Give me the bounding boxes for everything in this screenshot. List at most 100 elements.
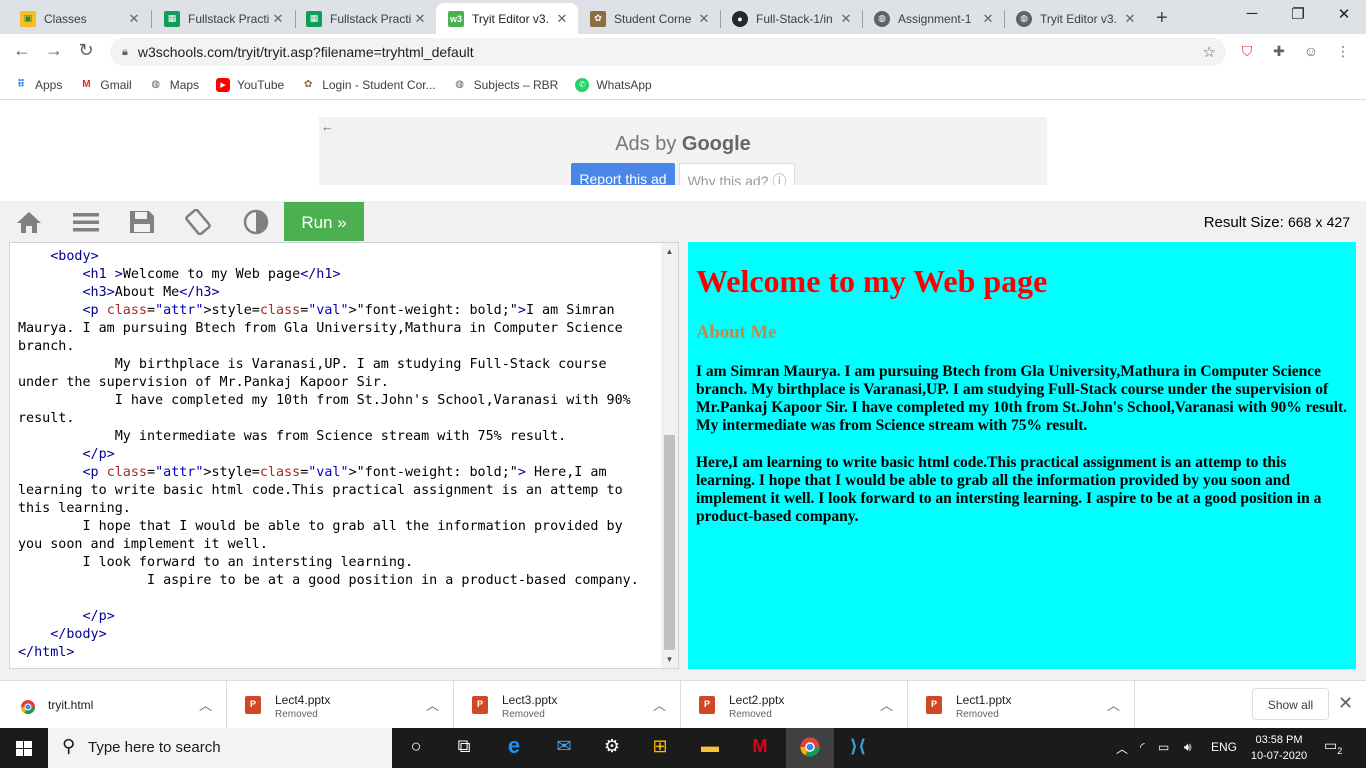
task-view-icon[interactable]: ⧉ <box>440 728 488 768</box>
address-bar[interactable]: 🔒︎ w3schools.com/tryit/tryit.asp?filenam… <box>110 38 1226 66</box>
scroll-up-icon[interactable]: ▲ <box>661 247 678 256</box>
settings-gear-icon[interactable]: ⚙ <box>588 728 636 768</box>
tab-assignment-1[interactable]: ◍ Assignment-1 ✕ <box>862 3 1004 34</box>
reload-icon[interactable]: ↻ <box>74 40 98 61</box>
editor-scrollbar[interactable]: ▲ ▼ <box>661 243 678 668</box>
chevron-up-icon[interactable]: ︿ <box>880 695 893 714</box>
taskbar-search[interactable]: ⚲ Type here to search <box>48 728 392 768</box>
code-line[interactable]: I hope that I would be able to grab all … <box>18 518 648 554</box>
code-line[interactable]: <body> <box>18 248 648 266</box>
code-line[interactable]: I have completed my 10th from St.John's … <box>18 392 648 428</box>
bookmark-subjects[interactable]: ◍ Subjects – RBR <box>453 78 558 92</box>
tab-classes[interactable]: ▣ Classes ✕ <box>8 3 150 34</box>
scroll-down-icon[interactable]: ▼ <box>661 655 678 664</box>
back-arrow-icon[interactable]: ← <box>321 119 334 134</box>
store-icon[interactable]: ⊞ <box>636 728 684 768</box>
download-item[interactable]: P Lect1.pptx Removed ︿ <box>908 681 1135 729</box>
close-icon[interactable]: ✕ <box>270 11 286 27</box>
tab-fullstack-practical-1[interactable]: ▦ Fullstack Practi ✕ <box>152 3 294 34</box>
bookmark-star-icon[interactable]: ☆ <box>1203 43 1216 61</box>
tab-tryit-editor-2[interactable]: ◍ Tryit Editor v3. ✕ <box>1004 3 1146 34</box>
chevron-up-icon[interactable]: ︿ <box>426 695 439 714</box>
report-ad-button[interactable]: Report this ad <box>571 163 675 185</box>
code-line[interactable]: <h1 >Welcome to my Web page</h1> <box>18 266 648 284</box>
menu-kebab-icon[interactable]: ⋮ <box>1334 43 1352 61</box>
why-this-ad-button[interactable]: Why this ad? ⓘ <box>679 163 795 185</box>
minimize-icon[interactable]: ─ <box>1232 5 1272 22</box>
window-close-icon[interactable]: ✕ <box>1324 5 1364 23</box>
code-line[interactable]: </p> <box>18 608 648 626</box>
bookmark-label: WhatsApp <box>596 77 652 92</box>
clock[interactable]: 03:58 PM 10-07-2020 <box>1246 732 1312 764</box>
code-line[interactable]: <h3>About Me</h3> <box>18 284 648 302</box>
code-editor[interactable]: <body> <h1 >Welcome to my Web page</h1> … <box>9 242 679 669</box>
forward-icon[interactable]: → <box>42 40 66 61</box>
file-explorer-icon[interactable]: ▬ <box>686 728 734 768</box>
download-item[interactable]: tryit.html ︿ <box>0 681 227 729</box>
code-line[interactable]: </p> <box>18 446 648 464</box>
close-icon[interactable]: ✕ <box>980 11 996 27</box>
chevron-up-icon[interactable]: ︿ <box>1107 695 1120 714</box>
run-button[interactable]: Run » <box>284 202 364 241</box>
rotate-orientation-icon[interactable] <box>184 209 212 235</box>
language-indicator[interactable]: ENG <box>1211 740 1237 754</box>
maximize-icon[interactable]: ❐ <box>1278 5 1318 23</box>
bookmark-maps[interactable]: ◍ Maps <box>149 78 199 92</box>
code-line[interactable] <box>18 590 648 608</box>
mcafee-icon[interactable]: M <box>736 728 784 768</box>
code-line[interactable]: <p class="attr">style=class="val">"font-… <box>18 464 648 518</box>
close-icon[interactable]: ✕ <box>554 11 570 27</box>
code-text[interactable]: <body> <h1 >Welcome to my Web page</h1> … <box>10 243 678 662</box>
volume-icon[interactable]: 🔊︎ <box>1184 740 1192 755</box>
extension-shield-icon[interactable]: ⛉ <box>1238 43 1256 61</box>
download-item[interactable]: P Lect2.pptx Removed ︿ <box>681 681 908 729</box>
tab-tryit-editor-active[interactable]: w3 Tryit Editor v3. ✕ <box>436 3 578 34</box>
show-all-button[interactable]: Show all <box>1252 688 1329 720</box>
close-icon[interactable]: ✕ <box>838 11 854 27</box>
code-line[interactable]: I aspire to be at a good position in a p… <box>18 572 648 590</box>
notification-icon[interactable]: ▭2 <box>1324 737 1342 756</box>
bookmark-gmail[interactable]: M Gmail <box>79 78 132 92</box>
chevron-up-icon[interactable]: ︿ <box>199 695 212 714</box>
new-tab-icon[interactable]: + <box>1156 7 1168 30</box>
chevron-up-icon[interactable]: ︿ <box>1116 740 1128 757</box>
cortana-icon[interactable]: ○ <box>392 728 440 768</box>
close-icon[interactable]: ✕ <box>1338 693 1353 714</box>
chevron-up-icon[interactable]: ︿ <box>653 695 666 714</box>
close-icon[interactable]: ✕ <box>1122 11 1138 27</box>
lock-icon[interactable]: 🔒︎ <box>122 46 128 59</box>
bookmark-whatsapp[interactable]: ✆ WhatsApp <box>575 77 652 92</box>
tab-student-corner[interactable]: ✿ Student Corne ✕ <box>578 3 720 34</box>
mail-icon[interactable]: ✉ <box>540 728 588 768</box>
extensions-puzzle-icon[interactable]: ✚ <box>1270 43 1288 61</box>
close-icon[interactable]: ✕ <box>696 11 712 27</box>
profile-avatar-icon[interactable]: ☺ <box>1302 43 1320 61</box>
code-line[interactable]: My intermediate was from Science stream … <box>18 428 648 446</box>
tab-github-fullstack[interactable]: ● Full-Stack-1/in ✕ <box>720 3 862 34</box>
edge-icon[interactable]: e <box>490 728 538 768</box>
battery-icon[interactable]: ▭ <box>1158 740 1169 754</box>
scrollbar-thumb[interactable] <box>664 435 675 650</box>
bookmark-apps[interactable]: ⠿ Apps <box>14 78 62 92</box>
home-icon[interactable] <box>15 209 43 235</box>
vscode-icon[interactable]: ⟩⟨ <box>834 728 882 768</box>
code-line[interactable]: </html> <box>18 644 648 662</box>
code-line[interactable]: </body> <box>18 626 648 644</box>
chrome-taskbar-icon[interactable] <box>786 728 834 768</box>
wifi-icon[interactable]: ◜ <box>1140 740 1145 754</box>
tab-fullstack-practical-2[interactable]: ▦ Fullstack Practi ✕ <box>294 3 436 34</box>
download-item[interactable]: P Lect3.pptx Removed ︿ <box>454 681 681 729</box>
close-icon[interactable]: ✕ <box>412 11 428 27</box>
bookmark-youtube[interactable]: ▶ YouTube <box>216 77 284 92</box>
close-icon[interactable]: ✕ <box>126 11 142 27</box>
contrast-theme-icon[interactable] <box>242 209 270 235</box>
code-line[interactable]: <p class="attr">style=class="val">"font-… <box>18 302 648 356</box>
back-icon[interactable]: ← <box>10 40 34 61</box>
bookmark-student-corner[interactable]: ✿ Login - Student Cor... <box>301 78 436 92</box>
code-line[interactable]: My birthplace is Varanasi,UP. I am study… <box>18 356 648 392</box>
code-line[interactable]: I look forward to an intersting learning… <box>18 554 648 572</box>
save-icon[interactable] <box>128 209 156 235</box>
windows-start-icon[interactable] <box>0 728 48 768</box>
menu-icon[interactable] <box>72 209 100 235</box>
download-item[interactable]: P Lect4.pptx Removed ︿ <box>227 681 454 729</box>
